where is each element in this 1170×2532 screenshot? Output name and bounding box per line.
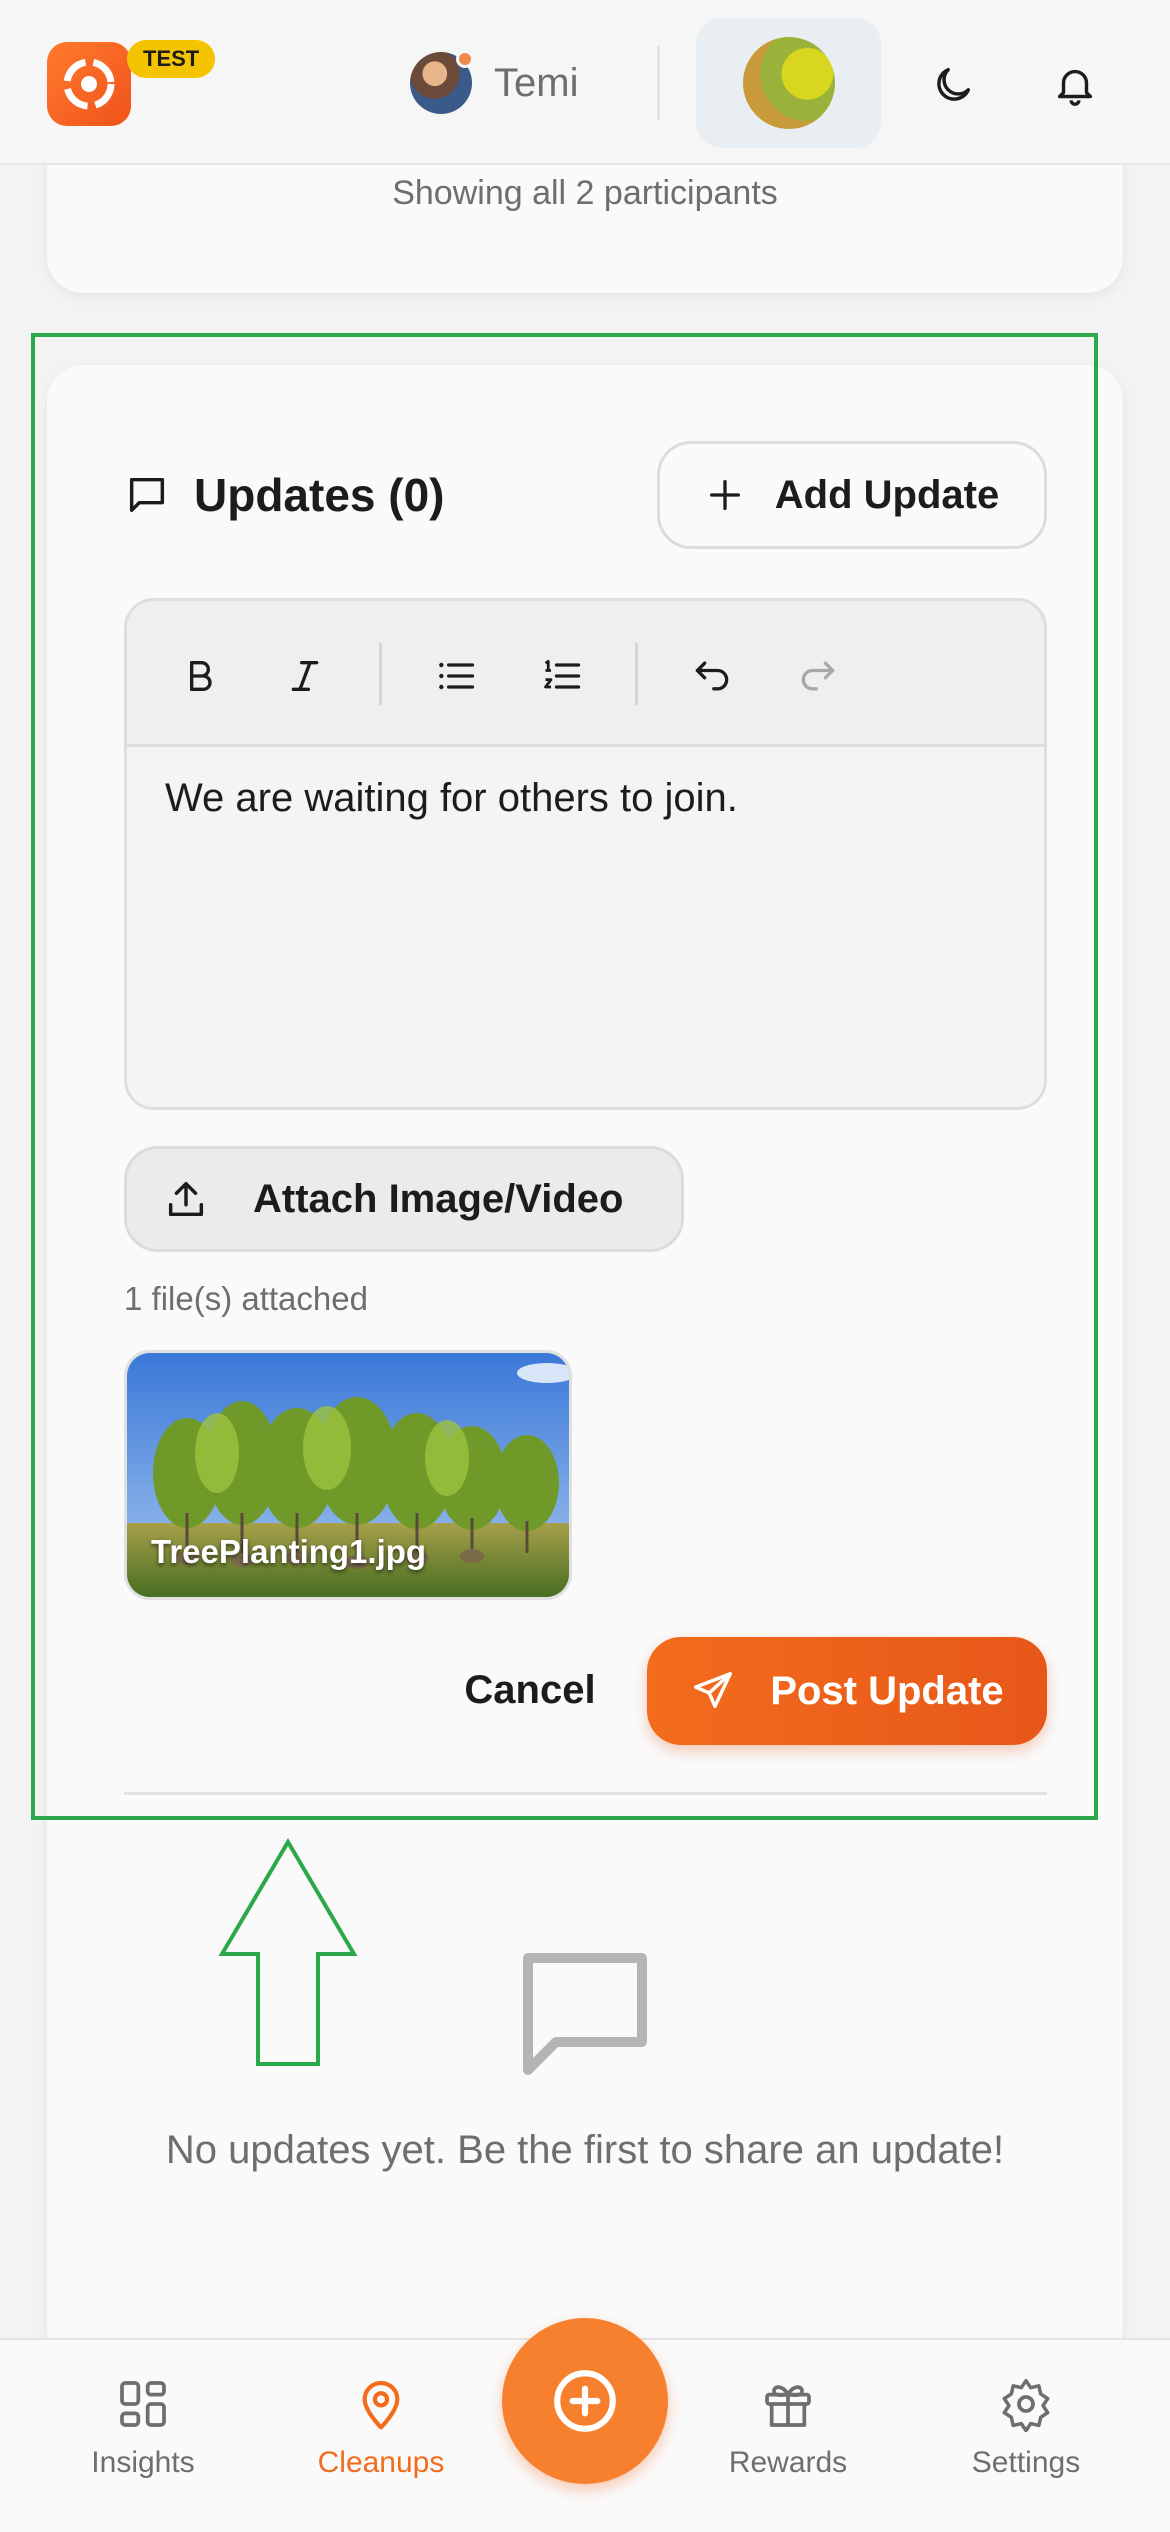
user-profile[interactable]: Temi — [410, 50, 578, 116]
notification-dot — [456, 50, 474, 68]
updates-header: Updates (0) — [124, 460, 444, 530]
bell-icon — [1057, 69, 1093, 106]
recycle-icon — [63, 58, 115, 110]
editor-content[interactable]: We are waiting for others to join. — [165, 776, 738, 821]
participants-summary: Showing all 2 participants — [392, 174, 778, 212]
undo-button[interactable] — [677, 641, 747, 711]
nav-label: Cleanups — [317, 2446, 445, 2479]
nav-rewards[interactable]: Rewards — [688, 2376, 888, 2480]
dark-mode-toggle[interactable] — [918, 50, 988, 120]
numbered-list-icon — [544, 659, 581, 689]
nav-cleanups[interactable]: Cleanups — [281, 2376, 481, 2480]
app-logo[interactable] — [47, 42, 131, 126]
add-update-button[interactable]: Add Update — [657, 441, 1047, 549]
bullet-list-icon — [439, 662, 475, 690]
wallet-orb-button[interactable] — [696, 18, 881, 148]
attach-media-button[interactable]: Attach Image/Video — [124, 1146, 684, 1252]
nav-insights[interactable]: Insights — [43, 2376, 243, 2480]
italic-icon — [291, 661, 319, 691]
grid-icon — [120, 2381, 166, 2427]
redo-button[interactable] — [783, 641, 853, 711]
orb-icon — [742, 37, 835, 129]
toolbar-separator — [379, 643, 382, 705]
notifications-button[interactable] — [1040, 50, 1110, 120]
message-square-icon — [129, 477, 165, 513]
top-bar: TEST Temi — [0, 0, 1170, 165]
nav-label: Rewards — [728, 2446, 848, 2479]
upload-icon — [168, 1181, 204, 1217]
bold-button[interactable] — [165, 641, 235, 711]
avatar — [410, 50, 474, 114]
redo-icon — [801, 661, 835, 691]
user-name: Temi — [494, 60, 579, 105]
numbered-list-button[interactable] — [527, 641, 597, 711]
topbar-divider — [657, 46, 660, 120]
post-update-label: Post Update — [770, 1668, 1004, 1713]
add-update-label: Add Update — [774, 472, 1000, 517]
moon-icon — [937, 67, 971, 101]
files-attached-count: 1 file(s) attached — [124, 1280, 368, 1317]
empty-message-icon — [523, 1953, 647, 2075]
annotation-arrow-icon — [218, 1838, 358, 2066]
cancel-button[interactable]: Cancel — [430, 1640, 630, 1740]
nav-label: Insights — [91, 2446, 195, 2479]
send-icon — [694, 1672, 733, 1709]
map-pin-icon — [362, 2380, 400, 2430]
nav-label: Settings — [971, 2446, 1081, 2479]
undo-icon — [695, 661, 729, 691]
bullet-list-button[interactable] — [421, 641, 491, 711]
plus-icon — [709, 480, 740, 510]
italic-button[interactable] — [270, 641, 340, 711]
gift-icon — [765, 2385, 811, 2427]
empty-updates-message: No updates yet. Be the first to share an… — [165, 2128, 1005, 2172]
updates-title: Updates (0) — [194, 469, 445, 521]
plus-circle-icon — [554, 2370, 616, 2432]
gear-icon — [1002, 2378, 1050, 2432]
attach-label: Attach Image/Video — [253, 1176, 624, 1221]
attachment-filename: TreePlanting1.jpg — [151, 1533, 427, 1570]
nav-settings[interactable]: Settings — [926, 2376, 1126, 2480]
rich-text-editor: We are waiting for others to join. — [124, 598, 1047, 1110]
section-divider — [124, 1792, 1047, 1795]
post-update-button[interactable]: Post Update — [647, 1637, 1047, 1745]
bold-icon — [190, 661, 212, 691]
toolbar-separator — [635, 643, 638, 705]
test-badge: TEST — [127, 40, 216, 78]
editor-toolbar — [127, 601, 1044, 747]
create-cleanup-fab[interactable] — [502, 2318, 668, 2484]
attachment-thumbnail[interactable]: TreePlanting1.jpg — [124, 1350, 572, 1600]
